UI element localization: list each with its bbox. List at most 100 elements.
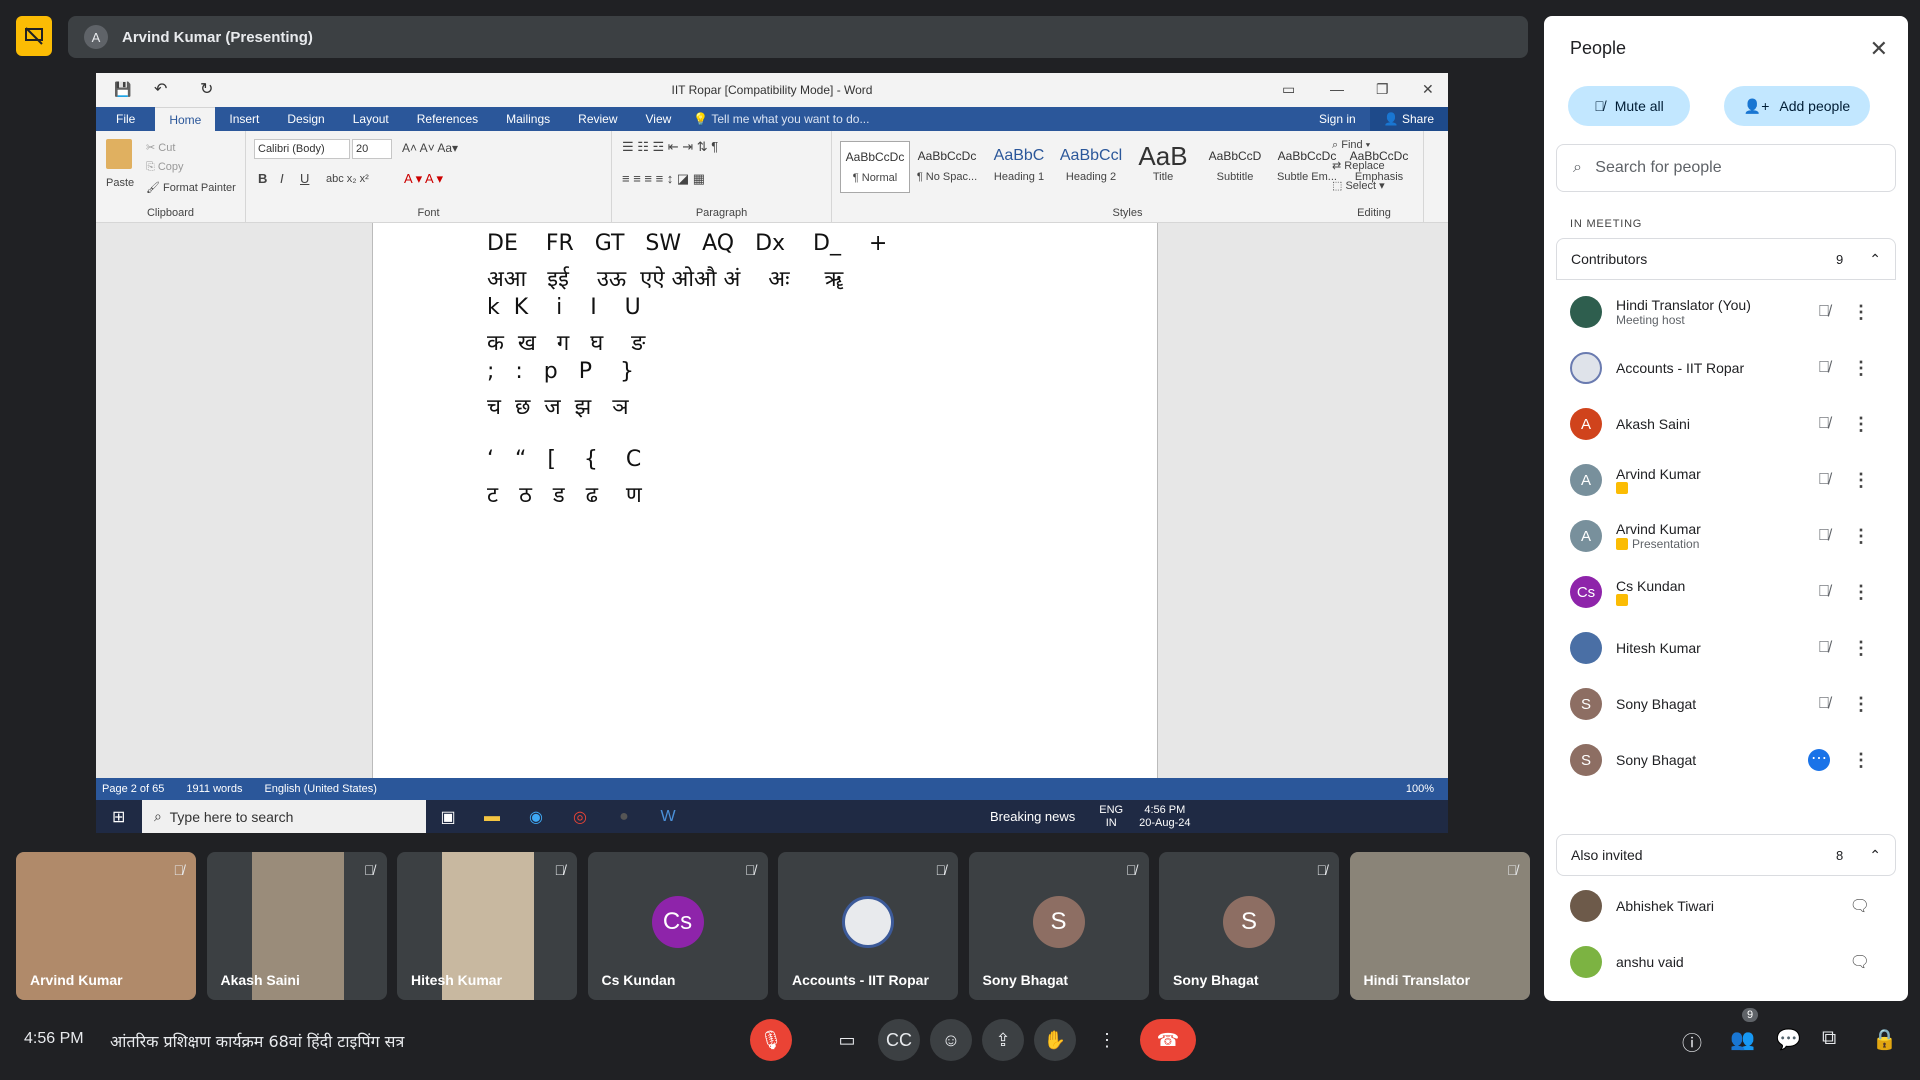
language-indicator[interactable]: ENG IN — [1099, 804, 1123, 830]
invited-row[interactable]: Abhishek Tiwari 🗨 — [1556, 878, 1896, 934]
more-options-icon[interactable]: ⋮ — [1852, 302, 1870, 323]
search-people-input[interactable]: ⌕ Search for people — [1556, 144, 1896, 192]
mic-off-icon[interactable]: 🎙̸ — [1818, 471, 1830, 489]
participant-row[interactable]: Hindi Translator (You) Meeting host 🎙̸ ⋮ — [1556, 284, 1896, 340]
more-options-icon[interactable]: ⋮ — [1852, 638, 1870, 659]
style-2[interactable]: AaBbC Heading 1 — [984, 141, 1054, 193]
participant-row[interactable]: A Akash Saini 🎙̸ ⋮ — [1556, 396, 1896, 452]
windows-start-icon[interactable]: ⊞ — [112, 807, 125, 827]
people-icon[interactable]: 👥 — [1730, 1027, 1755, 1052]
more-options-icon[interactable]: ⋮ — [1852, 582, 1870, 603]
close-icon[interactable]: ✕ — [1870, 36, 1888, 62]
bullets-icon[interactable]: ☰ ☷ ☲ ⇤ ⇥ ⇅ ¶ — [622, 139, 718, 155]
chevron-up-icon[interactable]: ⌃ — [1869, 847, 1881, 864]
tell-me-box[interactable]: 💡 Tell me what you want to do... — [693, 112, 869, 126]
mic-off-icon[interactable]: 🎙̸ — [1818, 639, 1830, 657]
task-view-icon[interactable]: ▣ — [426, 807, 470, 827]
mic-off-button[interactable]: 🎙 — [750, 1019, 792, 1061]
participant-row[interactable]: S Sony Bhagat ⋯ ⋮ — [1556, 732, 1896, 788]
align-left-icon[interactable]: ≡ ≡ ≡ ≡ ↕ ◪ ▦ — [622, 171, 705, 187]
style-3[interactable]: AaBbCcl Heading 2 — [1056, 141, 1126, 193]
participant-row[interactable]: S Sony Bhagat 🎙̸ ⋮ — [1556, 676, 1896, 732]
mic-off-icon[interactable]: 🎙̸ — [1818, 695, 1830, 713]
tab-insert[interactable]: Insert — [215, 107, 273, 131]
style-1[interactable]: AaBbCcDc ¶ No Spac... — [912, 141, 982, 193]
tab-layout[interactable]: Layout — [339, 107, 403, 131]
participant-row[interactable]: A Arvind Kumar Presentation 🎙̸ ⋮ — [1556, 508, 1896, 564]
style-5[interactable]: AaBbCcD Subtitle — [1200, 141, 1270, 193]
page-count[interactable]: Page 2 of 65 — [102, 783, 164, 795]
mic-off-icon[interactable]: 🎙̸ — [1818, 415, 1830, 433]
tab-view[interactable]: View — [632, 107, 686, 131]
taskbar-clock[interactable]: 4:56 PM 20-Aug-24 — [1139, 804, 1190, 830]
taskbar-search[interactable]: ⌕ Type here to search — [142, 800, 426, 833]
participant-row[interactable]: A Arvind Kumar 🎙̸ ⋮ — [1556, 452, 1896, 508]
document-page[interactable]: DE FR GT SW AQ Dx D_ + अआ इई उऊ एऐ ओऔ अं … — [372, 223, 1158, 778]
chevron-up-icon[interactable]: ⌃ — [1869, 251, 1881, 268]
zoom-level[interactable]: 100% — [1406, 783, 1434, 795]
more-options-icon[interactable]: ⋮ — [1852, 526, 1870, 547]
underline-button[interactable]: U — [300, 171, 309, 186]
paste-button[interactable]: Paste — [106, 177, 134, 189]
chat-icon[interactable]: 💬 — [1776, 1027, 1801, 1052]
strikethrough-button[interactable]: abc x₂ x² — [326, 173, 369, 185]
replace-button[interactable]: ⇄ Replace — [1332, 159, 1385, 172]
font-name-select[interactable]: Calibri (Body) — [254, 139, 350, 159]
sign-in-link[interactable]: Sign in — [1305, 107, 1370, 131]
style-4[interactable]: AaB Title — [1128, 141, 1198, 193]
cut-button[interactable]: ✂ Cut — [146, 141, 175, 154]
restore-icon[interactable]: ❐ — [1376, 81, 1389, 98]
format-painter-button[interactable]: 🖌 Format Painter — [146, 181, 236, 194]
activities-icon[interactable]: ⧉ — [1822, 1027, 1836, 1050]
mute-all-button[interactable]: 🎙̸ Mute all — [1568, 86, 1690, 126]
bold-button[interactable]: B — [258, 171, 267, 186]
copy-button[interactable]: ⎘ Copy — [146, 161, 184, 174]
more-options-icon[interactable]: ⋮ — [1852, 414, 1870, 435]
also-invited-header[interactable]: Also invited 8 ⌃ — [1556, 834, 1896, 876]
chat-icon[interactable]: 🗨 — [1850, 952, 1870, 972]
edge-icon[interactable]: ◉ — [514, 807, 558, 827]
chat-icon[interactable]: 🗨 — [1850, 896, 1870, 916]
end-call-button[interactable]: ☎ — [1140, 1019, 1196, 1061]
word-count[interactable]: 1911 words — [186, 783, 242, 795]
font-size-select[interactable]: 20 — [352, 139, 392, 159]
style-0[interactable]: AaBbCcDc ¶ Normal — [840, 141, 910, 193]
font-color-button[interactable]: A ▾ A ▾ — [404, 171, 443, 187]
more-options-icon[interactable]: ⋮ — [1852, 750, 1870, 771]
emoji-button[interactable]: ☺ — [930, 1019, 972, 1061]
participant-row[interactable]: Accounts - IIT Ropar 🎙̸ ⋮ — [1556, 340, 1896, 396]
host-controls-icon[interactable]: 🔒 — [1872, 1027, 1897, 1052]
tab-mailings[interactable]: Mailings — [492, 107, 564, 131]
select-button[interactable]: ⬚ Select ▾ — [1332, 179, 1385, 192]
share-button[interactable]: 👤 Share — [1369, 107, 1448, 131]
mic-off-icon[interactable]: 🎙̸ — [1818, 527, 1830, 545]
mic-off-icon[interactable]: 🎙̸ — [1818, 303, 1830, 321]
ribbon-display-icon[interactable]: ▭ — [1282, 81, 1295, 98]
find-button[interactable]: ⌕ Find ▾ — [1332, 139, 1370, 152]
language-status[interactable]: English (United States) — [264, 783, 377, 795]
add-people-button[interactable]: 👤+ Add people — [1724, 86, 1870, 126]
app-icon[interactable]: ● — [602, 808, 646, 826]
word-taskbar-icon[interactable]: W — [646, 808, 690, 826]
grow-font-icon[interactable]: A˄ A˅ Aa▾ — [402, 141, 458, 155]
more-options-icon[interactable]: ⋮ — [1852, 358, 1870, 379]
more-options-icon[interactable]: ⋮ — [1852, 470, 1870, 491]
speaking-icon[interactable]: ⋯ — [1808, 749, 1830, 771]
contributors-header[interactable]: Contributors 9 ⌃ — [1556, 238, 1896, 280]
tab-file[interactable]: File — [96, 107, 156, 131]
raise-hand-button[interactable]: ✋ — [1034, 1019, 1076, 1061]
info-icon[interactable]: ⓘ — [1682, 1027, 1702, 1056]
tab-design[interactable]: Design — [273, 107, 338, 131]
presentation-icon[interactable] — [16, 16, 52, 56]
tab-review[interactable]: Review — [564, 107, 631, 131]
participant-row[interactable]: Hitesh Kumar 🎙̸ ⋮ — [1556, 620, 1896, 676]
tab-home[interactable]: Home — [155, 107, 216, 131]
chrome-icon[interactable]: ◎ — [558, 807, 602, 827]
news-widget[interactable]: Breaking news — [990, 809, 1075, 824]
paste-icon[interactable] — [106, 139, 132, 169]
invited-row[interactable]: anshu vaid 🗨 — [1556, 934, 1896, 990]
captions-button[interactable]: CC — [878, 1019, 920, 1061]
camera-button[interactable]: ▭ — [826, 1019, 868, 1061]
file-explorer-icon[interactable]: ▬ — [470, 808, 514, 826]
minimize-icon[interactable]: — — [1330, 81, 1344, 97]
